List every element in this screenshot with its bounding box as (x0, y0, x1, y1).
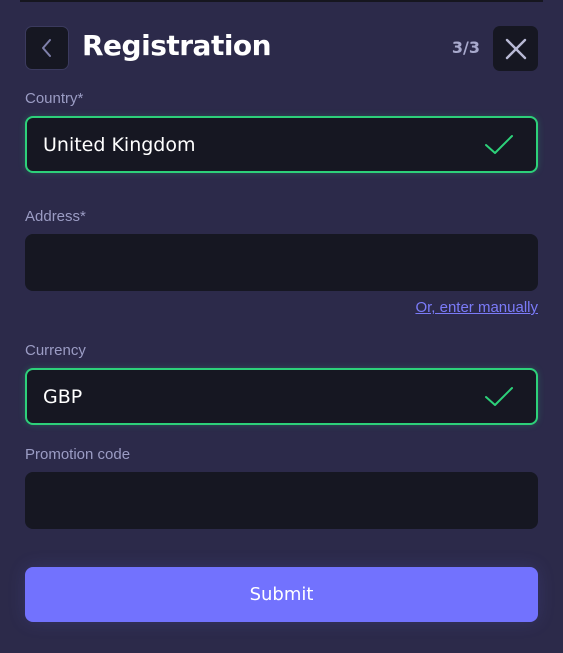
address-label: Address* (25, 208, 86, 225)
checkmark-icon (485, 386, 513, 406)
chevron-left-icon (42, 39, 51, 57)
close-icon (505, 38, 526, 59)
currency-label: Currency (25, 342, 86, 359)
currency-field[interactable]: GBP (25, 368, 538, 425)
enter-manually-link[interactable]: Or, enter manually (415, 299, 538, 316)
country-label: Country* (25, 90, 84, 107)
country-field[interactable]: United Kingdom (25, 116, 538, 173)
step-indicator: 3/3 (451, 38, 480, 57)
top-divider (20, 0, 543, 2)
page-title: Registration (82, 29, 272, 62)
currency-value: GBP (43, 385, 83, 408)
registration-header: Registration 3/3 (25, 26, 538, 71)
close-button[interactable] (493, 26, 538, 71)
back-button[interactable] (25, 26, 69, 70)
promotion-code-field[interactable] (25, 472, 538, 529)
submit-button[interactable]: Submit (25, 567, 538, 622)
address-field[interactable] (25, 234, 538, 291)
promotion-code-label: Promotion code (25, 446, 131, 463)
country-value: United Kingdom (43, 133, 196, 156)
checkmark-icon (485, 134, 513, 154)
